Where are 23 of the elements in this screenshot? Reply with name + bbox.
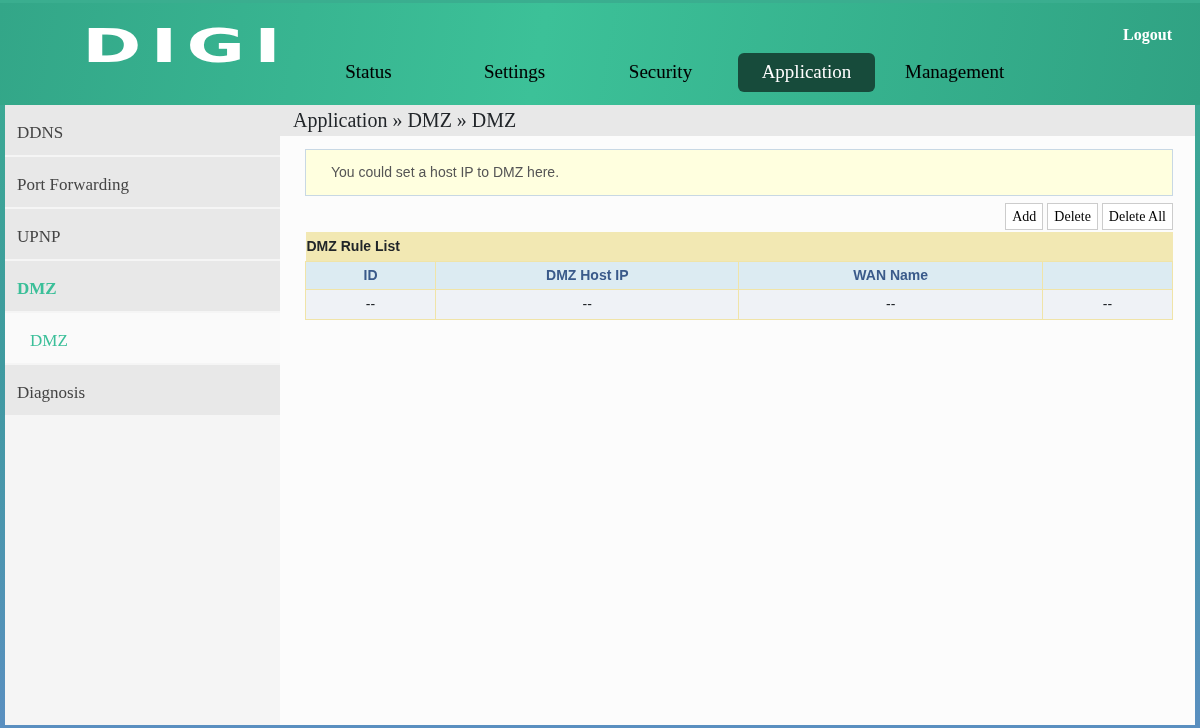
nav-tab[interactable]: Status bbox=[300, 53, 437, 92]
table-cell: -- bbox=[435, 289, 739, 320]
table-cell: -- bbox=[305, 289, 436, 320]
column-header: DMZ Host IP bbox=[435, 261, 739, 290]
logo: DIGI bbox=[81, 18, 291, 69]
nav-tab[interactable]: Application bbox=[738, 53, 875, 92]
breadcrumb: Application » DMZ » DMZ bbox=[280, 105, 1195, 136]
sidebar-item[interactable]: UPNP bbox=[5, 209, 280, 259]
delete-all-button[interactable]: Delete All bbox=[1101, 203, 1173, 230]
delete-button[interactable]: Delete bbox=[1047, 203, 1098, 230]
table-cell: -- bbox=[1042, 289, 1173, 320]
nav-tab[interactable]: Settings bbox=[446, 53, 583, 92]
sidebar-item[interactable]: Port Forwarding bbox=[5, 157, 280, 207]
info-message: You could set a host IP to DMZ here. bbox=[305, 149, 1173, 196]
table-title: DMZ Rule List bbox=[305, 232, 1173, 262]
column-header: ID bbox=[305, 261, 436, 290]
sidebar-item[interactable]: DDNS bbox=[5, 105, 280, 155]
table-cell: -- bbox=[739, 289, 1043, 320]
nav-tab[interactable]: Security bbox=[592, 53, 729, 92]
add-button[interactable]: Add bbox=[1005, 203, 1044, 230]
column-header: WAN Name bbox=[739, 261, 1043, 290]
nav-tab[interactable]: Management bbox=[884, 53, 1021, 92]
sidebar-item[interactable]: Diagnosis bbox=[5, 365, 280, 415]
